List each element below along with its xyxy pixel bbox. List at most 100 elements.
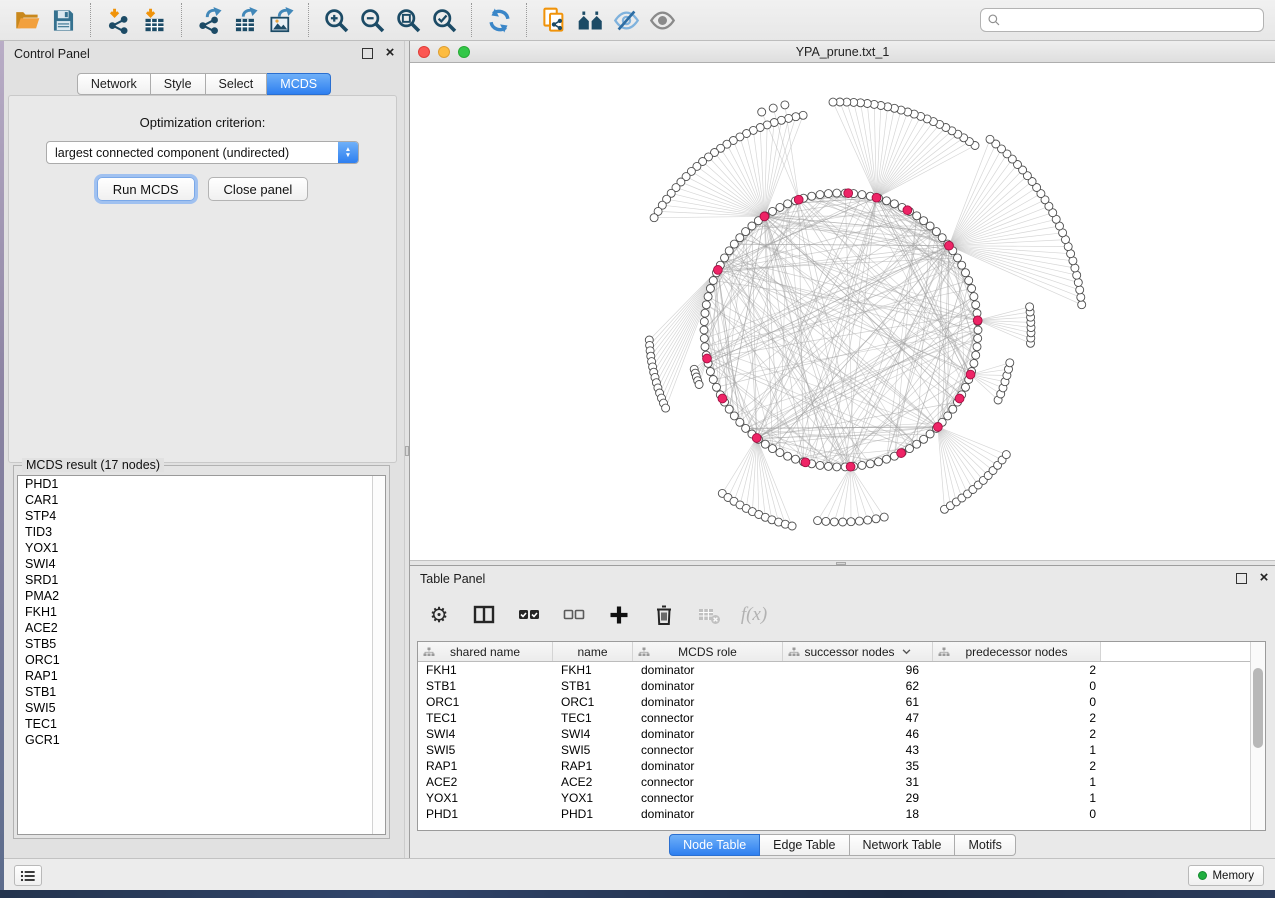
zoom-in-button[interactable] [318, 4, 354, 36]
tab-network[interactable]: Network [77, 73, 151, 95]
mcds-result-item[interactable]: CAR1 [18, 492, 385, 508]
table-row[interactable]: YOX1YOX1connector291 [418, 790, 1265, 806]
mcds-result-list[interactable]: PHD1CAR1STP4TID3YOX1SWI4SRD1PMA2FKH1ACE2… [17, 475, 386, 835]
tab-select[interactable]: Select [206, 73, 268, 95]
import-network-button[interactable] [100, 4, 136, 36]
scrollbar-thumb[interactable] [1253, 668, 1263, 748]
mcds-node [703, 354, 712, 363]
table-row[interactable]: PHD1PHD1dominator180 [418, 806, 1265, 822]
table-scrollbar[interactable] [1250, 642, 1265, 830]
mcds-result-item[interactable]: SRD1 [18, 572, 385, 588]
mcds-result-item[interactable]: FKH1 [18, 604, 385, 620]
network-node [769, 207, 777, 215]
table-settings-button[interactable]: ⚙ [424, 600, 454, 630]
function-builder-icon: f(x) [741, 604, 767, 626]
create-column-button[interactable] [604, 600, 634, 630]
delete-column-button[interactable] [649, 600, 679, 630]
mcds-result-item[interactable]: STP4 [18, 508, 385, 524]
mcds-result-item[interactable]: SWI5 [18, 700, 385, 716]
search-box[interactable] [980, 8, 1264, 32]
tab-mcds[interactable]: MCDS [267, 73, 331, 95]
column-header-predecessor-nodes[interactable]: predecessor nodes [933, 642, 1101, 661]
zoom-fit-button[interactable] [390, 4, 426, 36]
network-canvas[interactable] [410, 63, 1275, 560]
mcds-result-item[interactable]: TEC1 [18, 716, 385, 732]
mcds-result-item[interactable]: YOX1 [18, 540, 385, 556]
first-neighbors-button[interactable] [572, 4, 608, 36]
network-node [926, 222, 934, 230]
table-row[interactable]: FKH1FKH1dominator962 [418, 662, 1265, 678]
table-tab-node-table[interactable]: Node Table [669, 834, 760, 856]
mcds-result-item[interactable]: ACE2 [18, 620, 385, 636]
table-row[interactable]: ORC1ORC1dominator610 [418, 694, 1265, 710]
network-graph[interactable] [410, 63, 1275, 560]
table-cell: TEC1 [418, 710, 553, 726]
mcds-result-item[interactable]: ORC1 [18, 652, 385, 668]
toggle-columns-button[interactable] [469, 600, 499, 630]
mcds-result-item[interactable]: PMA2 [18, 588, 385, 604]
zoom-out-button[interactable] [354, 4, 390, 36]
select-all-button[interactable] [514, 600, 544, 630]
network-node [944, 412, 952, 420]
zoom-selected-button[interactable] [426, 4, 462, 36]
network-node [799, 111, 807, 119]
table-panel-float-button[interactable] [1236, 573, 1247, 584]
deselect-all-button[interactable] [559, 600, 589, 630]
new-network-from-selection-button[interactable] [536, 4, 572, 36]
export-table-button[interactable] [227, 4, 263, 36]
mcds-result-item[interactable]: STB1 [18, 684, 385, 700]
mcds-list-scrollbar[interactable] [372, 476, 385, 834]
optimization-criterion-select[interactable]: largest connected component (undirected)… [46, 141, 359, 164]
mcds-result-item[interactable]: RAP1 [18, 668, 385, 684]
table-row[interactable]: ACE2ACE2connector311 [418, 774, 1265, 790]
table-row[interactable]: SWI4SWI4dominator462 [418, 726, 1265, 742]
table-cell: YOX1 [553, 790, 633, 806]
toolbar-group [526, 3, 689, 37]
import-table-button[interactable] [136, 4, 172, 36]
splitter-grip[interactable] [405, 446, 409, 456]
save-session-button[interactable] [45, 4, 81, 36]
column-header-shared-name[interactable]: shared name [418, 642, 553, 661]
table-tab-motifs[interactable]: Motifs [955, 834, 1015, 856]
close-panel-button[interactable]: Close panel [208, 177, 309, 201]
network-node [986, 135, 994, 143]
export-table-icon [232, 7, 259, 34]
panels-menu-button[interactable] [14, 865, 42, 886]
column-header-mcds-role[interactable]: MCDS role [633, 642, 783, 661]
memory-button[interactable]: Memory [1188, 865, 1264, 886]
export-image-button[interactable] [263, 4, 299, 36]
table-row[interactable]: SWI5SWI5connector431 [418, 742, 1265, 758]
table-row[interactable]: RAP1RAP1dominator352 [418, 758, 1265, 774]
open-file-button[interactable] [9, 4, 45, 36]
mcds-result-item[interactable]: STB5 [18, 636, 385, 652]
splitter-grip[interactable] [836, 562, 846, 565]
control-panel-float-button[interactable] [362, 48, 373, 59]
node-table[interactable]: shared namenameMCDS rolesuccessor nodesp… [417, 641, 1266, 831]
control-panel-close-button[interactable]: × [382, 43, 398, 63]
table-cell: FKH1 [418, 662, 553, 678]
search-input[interactable] [1005, 12, 1257, 28]
mcds-node [752, 434, 761, 443]
table-tab-network-table[interactable]: Network Table [850, 834, 956, 856]
table-cell: 35 [783, 758, 933, 774]
table-row[interactable]: STB1STB1dominator620 [418, 678, 1265, 694]
network-node [968, 285, 976, 293]
table-row[interactable]: TEC1TEC1connector472 [418, 710, 1265, 726]
table-tab-edge-table[interactable]: Edge Table [760, 834, 849, 856]
table-cell: 96 [783, 662, 933, 678]
mcds-result-item[interactable]: SWI4 [18, 556, 385, 572]
column-header-name[interactable]: name [553, 642, 633, 661]
mcds-result-item[interactable]: PHD1 [18, 476, 385, 492]
tab-style[interactable]: Style [151, 73, 206, 95]
mcds-result-item[interactable]: GCR1 [18, 732, 385, 748]
network-node [1074, 279, 1082, 287]
mcds-result-item[interactable]: TID3 [18, 524, 385, 540]
column-header-successor-nodes[interactable]: successor nodes [783, 642, 933, 661]
export-network-button[interactable] [191, 4, 227, 36]
show-all-button[interactable] [644, 4, 680, 36]
apply-layout-button[interactable] [481, 4, 517, 36]
first-neighbors-icon [577, 7, 604, 34]
table-panel-close-button[interactable]: × [1256, 568, 1272, 588]
run-mcds-button[interactable]: Run MCDS [97, 177, 195, 201]
hide-selection-button[interactable] [608, 4, 644, 36]
